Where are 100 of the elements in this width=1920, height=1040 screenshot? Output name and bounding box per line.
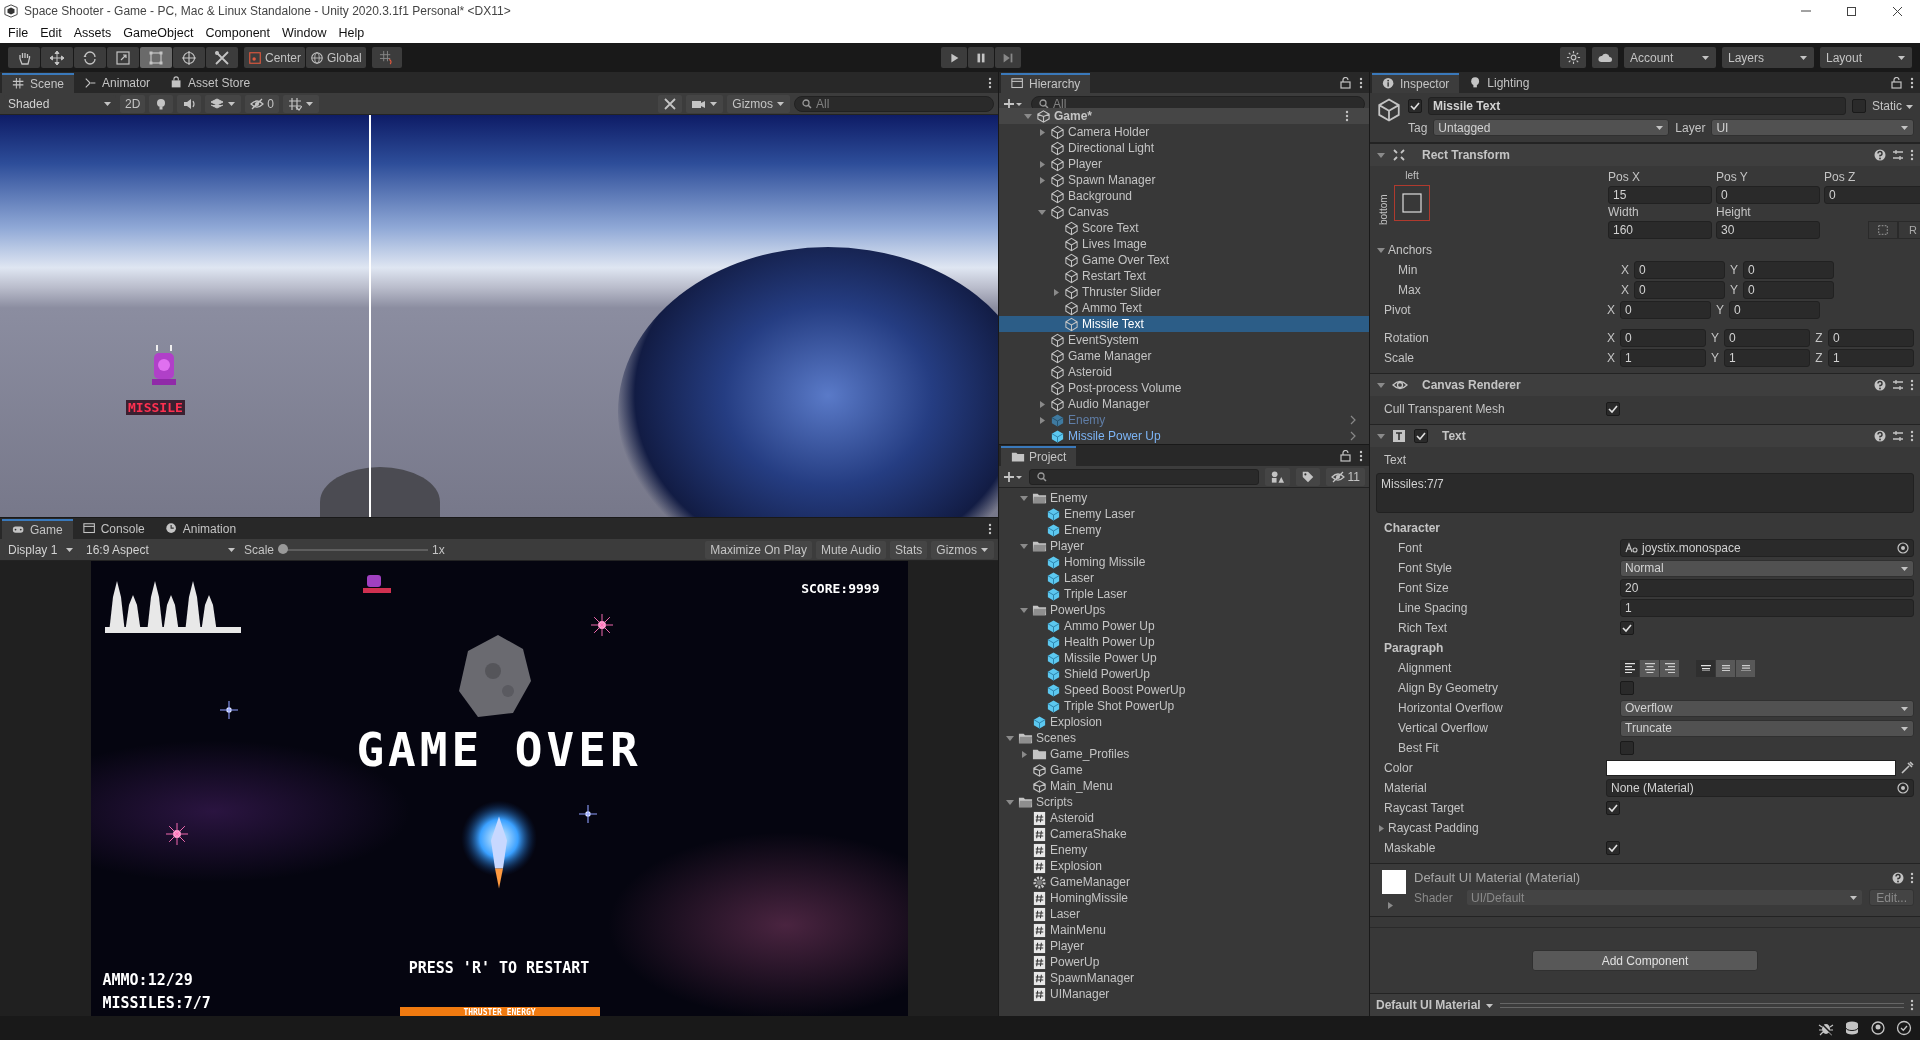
snap-button[interactable] xyxy=(371,47,402,68)
caret-icon[interactable] xyxy=(1019,493,1029,503)
number-field[interactable]: 1 xyxy=(1724,349,1810,367)
foldout[interactable]: Anchors xyxy=(1376,243,1433,257)
tree-item[interactable]: Enemy Laser xyxy=(999,506,1369,522)
kebab-menu-icon[interactable] xyxy=(988,77,992,89)
checkmark-circle-icon[interactable] xyxy=(1896,1020,1912,1036)
align-middle-button[interactable] xyxy=(1716,659,1735,677)
cloud-button[interactable] xyxy=(1592,47,1618,68)
kebab-menu-icon[interactable] xyxy=(1910,149,1914,161)
presets-icon[interactable] xyxy=(1892,149,1904,161)
custom-tool-button[interactable] xyxy=(206,47,238,68)
tree-item[interactable]: Asteroid xyxy=(999,810,1369,826)
panel-tab[interactable]: Scene xyxy=(2,73,75,93)
panel-tab[interactable]: Animation xyxy=(154,519,247,539)
number-field[interactable]: 0 xyxy=(1620,329,1706,347)
tree-item[interactable]: Explosion xyxy=(999,858,1369,874)
align-center-button[interactable] xyxy=(1640,659,1659,677)
tree-item[interactable]: Speed Boost PowerUp xyxy=(999,682,1369,698)
transform-tool-button[interactable] xyxy=(173,47,205,68)
tools-toggle[interactable] xyxy=(658,94,683,113)
help-icon[interactable] xyxy=(1892,871,1904,884)
2d-toggle[interactable]: 2D xyxy=(120,94,146,113)
preview-title[interactable]: Default UI Material xyxy=(1376,998,1494,1012)
tree-item[interactable]: Game xyxy=(999,762,1369,778)
tree-item[interactable]: SpawnManager xyxy=(999,970,1369,986)
gizmos-dropdown[interactable]: Gizmos xyxy=(931,540,994,559)
menu-item[interactable]: Component xyxy=(199,25,276,40)
tree-item[interactable]: Laser xyxy=(999,570,1369,586)
tree-item[interactable]: Health Power Up xyxy=(999,634,1369,650)
toolbar-toggle[interactable]: Stats xyxy=(889,540,928,559)
tree-item[interactable]: Asteroid xyxy=(999,364,1369,380)
tree-item[interactable]: Triple Laser xyxy=(999,586,1369,602)
align-right-button[interactable] xyxy=(1660,659,1679,677)
tree-item[interactable]: Missile Power Up xyxy=(999,428,1369,444)
checkbox[interactable] xyxy=(1414,429,1428,443)
align-top-button[interactable] xyxy=(1696,659,1715,677)
tree-item[interactable]: Background xyxy=(999,188,1369,204)
kebab-menu-icon[interactable] xyxy=(1359,77,1363,89)
help-icon[interactable] xyxy=(1874,430,1886,442)
panel-tab[interactable]: Asset Store xyxy=(160,73,261,93)
tree-item[interactable]: Missile Text xyxy=(999,316,1369,332)
toolbar-toggle[interactable]: Mute Audio xyxy=(815,540,886,559)
caret-icon[interactable] xyxy=(1037,207,1047,217)
lock-icon[interactable] xyxy=(1891,77,1902,89)
tree-item[interactable]: CameraShake xyxy=(999,826,1369,842)
caret-icon[interactable] xyxy=(1037,399,1047,409)
play-button[interactable] xyxy=(940,47,967,68)
effects-toggle[interactable] xyxy=(205,94,242,113)
number-field[interactable]: 0 xyxy=(1828,329,1914,347)
checkbox[interactable] xyxy=(1606,841,1620,855)
menu-item[interactable]: Window xyxy=(276,25,333,40)
checkbox[interactable] xyxy=(1852,99,1866,113)
tree-item[interactable]: Post-process Volume xyxy=(999,380,1369,396)
number-field[interactable]: 160 xyxy=(1608,221,1712,239)
checkbox[interactable] xyxy=(1606,801,1620,815)
caret-icon[interactable] xyxy=(1019,541,1029,551)
resize-handle[interactable] xyxy=(1499,1002,1904,1008)
menu-item[interactable]: File xyxy=(2,25,35,40)
tree-item[interactable]: PowerUps xyxy=(999,602,1369,618)
step-button[interactable] xyxy=(994,47,1021,68)
number-field[interactable]: 0 xyxy=(1729,301,1820,319)
caret-icon[interactable] xyxy=(1005,733,1015,743)
tree-item[interactable]: Missile Power Up xyxy=(999,650,1369,666)
kebab-menu-icon[interactable] xyxy=(1910,430,1914,442)
tree-item[interactable]: Laser xyxy=(999,906,1369,922)
checkbox[interactable] xyxy=(1408,99,1422,113)
menu-item[interactable]: Edit xyxy=(34,25,68,40)
move-tool-button[interactable] xyxy=(41,47,73,68)
caret-icon[interactable] xyxy=(1037,175,1047,185)
kebab-menu-icon[interactable] xyxy=(1910,871,1914,884)
tree-item[interactable]: Thruster Slider xyxy=(999,284,1369,300)
tree-item[interactable]: Shield PowerUp xyxy=(999,666,1369,682)
caret-icon[interactable] xyxy=(1005,797,1015,807)
caret-icon[interactable] xyxy=(1376,380,1386,390)
help-icon[interactable] xyxy=(1874,149,1886,161)
anchor-preset-button[interactable] xyxy=(1394,185,1430,221)
color-swatch[interactable] xyxy=(1606,760,1896,776)
number-field[interactable]: 0 xyxy=(1620,301,1711,319)
kebab-menu-icon[interactable] xyxy=(1345,110,1349,122)
help-icon[interactable] xyxy=(1874,379,1886,391)
tree-item[interactable]: Ammo Power Up xyxy=(999,618,1369,634)
dropdown[interactable]: Normal xyxy=(1620,559,1914,577)
audio-toggle[interactable] xyxy=(177,94,202,113)
add-component-button[interactable]: Add Component xyxy=(1532,950,1758,971)
kebab-menu-icon[interactable] xyxy=(1910,379,1914,391)
object-field[interactable]: joystix.monospace xyxy=(1620,539,1914,557)
lock-icon[interactable] xyxy=(1340,77,1351,89)
align-left-button[interactable] xyxy=(1620,659,1639,677)
scale-slider[interactable] xyxy=(278,543,429,556)
rotate-tool-button[interactable] xyxy=(74,47,106,68)
menu-item[interactable]: Assets xyxy=(67,25,118,40)
services-button[interactable] xyxy=(1560,47,1586,68)
object-name-field[interactable]: Missile Text xyxy=(1428,97,1846,115)
layer-dropdown[interactable]: UI xyxy=(1711,119,1914,136)
tree-item[interactable]: Explosion xyxy=(999,714,1369,730)
target-icon[interactable] xyxy=(1897,782,1909,794)
checkbox[interactable] xyxy=(1606,402,1620,416)
scale-tool-button[interactable] xyxy=(107,47,139,68)
tree-item[interactable]: Triple Shot PowerUp xyxy=(999,698,1369,714)
